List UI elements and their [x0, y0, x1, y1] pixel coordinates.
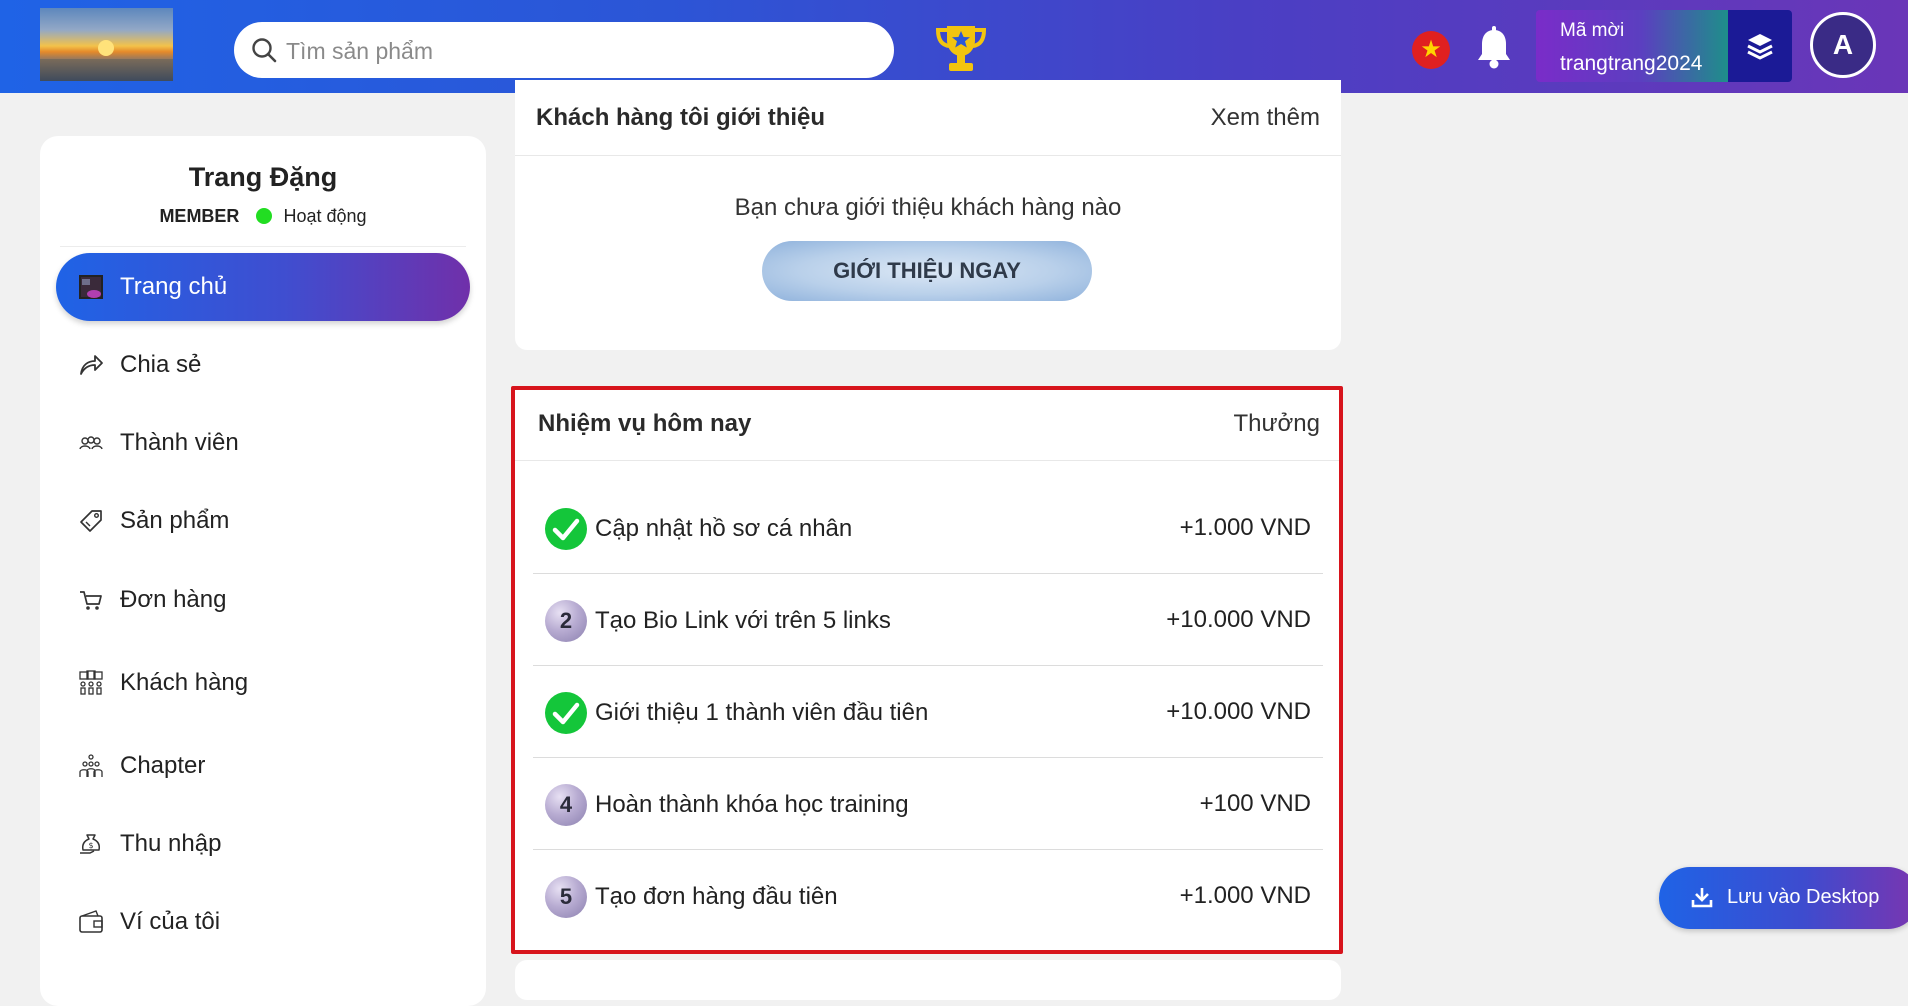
- refer-now-button[interactable]: GIỚI THIỆU NGAY: [762, 241, 1092, 301]
- empty-message: Bạn chưa giới thiệu khách hàng nào: [734, 194, 1122, 221]
- task-row[interactable]: 4 Hoàn thành khóa học training +100 VND: [533, 758, 1323, 850]
- sidebar-item-label: Thu nhập: [120, 830, 222, 857]
- layers-icon: [1747, 34, 1773, 60]
- tasks-title: Nhiệm vụ hôm nay: [538, 410, 752, 437]
- share-icon: [80, 355, 103, 375]
- sidebar-item-products[interactable]: Sản phẩm: [56, 487, 470, 555]
- task-label: Tạo đơn hàng đầu tiên: [595, 883, 838, 910]
- status-dot: [256, 208, 273, 224]
- sidebar-item-label: Trang chủ: [120, 273, 228, 300]
- next-card: [515, 960, 1341, 1000]
- task-number-badge: 2: [545, 600, 587, 642]
- task-reward: +1.000 VND: [1179, 882, 1311, 909]
- search-input[interactable]: [284, 22, 878, 80]
- sidebar-item-members[interactable]: Thành viên: [56, 409, 470, 477]
- invite-label: Mã mời: [1560, 20, 1625, 41]
- check-circle-icon: [545, 508, 587, 550]
- user-status-row: MEMBER Hoạt động: [40, 206, 486, 227]
- save-to-desktop-button[interactable]: Lưu vào Desktop: [1659, 867, 1908, 929]
- daily-tasks-card: Nhiệm vụ hôm nay Thưởng Cập nhật hồ sơ c…: [511, 386, 1343, 954]
- user-avatar[interactable]: A: [1810, 12, 1876, 78]
- task-row[interactable]: Giới thiệu 1 thành viên đầu tiên +10.000…: [533, 666, 1323, 758]
- sidebar-item-label: Chia sẻ: [120, 351, 202, 378]
- layers-button[interactable]: [1728, 10, 1792, 82]
- task-row[interactable]: 5 Tạo đơn hàng đầu tiên +1.000 VND: [533, 850, 1323, 942]
- trophy-icon[interactable]: [933, 22, 989, 74]
- sidebar-item-income[interactable]: $ Thu nhập: [56, 810, 470, 878]
- customers-icon: [79, 670, 103, 695]
- income-icon: $: [80, 834, 100, 854]
- task-reward: +100 VND: [1199, 790, 1311, 817]
- check-circle-icon: [545, 692, 587, 734]
- sidebar-item-orders[interactable]: Đơn hàng: [56, 566, 470, 634]
- task-number-badge: 4: [545, 784, 587, 826]
- search-icon: [252, 38, 277, 63]
- save-to-desktop-label: Lưu vào Desktop: [1727, 886, 1880, 908]
- task-row[interactable]: Cập nhật hồ sơ cá nhân +1.000 VND: [533, 482, 1323, 574]
- sidebar-item-label: Đơn hàng: [120, 586, 227, 613]
- sidebar-item-label: Khách hàng: [120, 669, 249, 696]
- divider: [515, 460, 1339, 461]
- task-reward: +10.000 VND: [1166, 606, 1311, 633]
- site-logo[interactable]: [40, 8, 173, 81]
- user-name: Trang Đặng: [188, 162, 338, 192]
- sidebar: Trang Đặng MEMBER Hoạt động Trang chủ Ch…: [40, 136, 486, 1006]
- task-reward: +10.000 VND: [1166, 698, 1311, 725]
- flag-icon[interactable]: ★: [1412, 31, 1450, 69]
- members-icon: [79, 436, 103, 450]
- sidebar-item-customers[interactable]: Khách hàng: [56, 649, 470, 717]
- logo-water: [40, 59, 173, 81]
- bell-icon[interactable]: [1474, 26, 1514, 70]
- tag-icon: [80, 510, 102, 532]
- sidebar-item-chapter[interactable]: Chapter: [56, 732, 470, 800]
- chapter-icon: [79, 754, 103, 777]
- task-reward: +1.000 VND: [1179, 514, 1311, 541]
- sidebar-item-label: Sản phẩm: [120, 507, 230, 534]
- sidebar-item-label: Chapter: [120, 752, 206, 779]
- referrals-card: Khách hàng tôi giới thiệu Xem thêm Bạn c…: [515, 80, 1341, 350]
- home-icon: [79, 275, 103, 299]
- sidebar-item-wallet[interactable]: Ví của tôi: [56, 888, 470, 956]
- sidebar-item-home[interactable]: Trang chủ: [56, 253, 470, 321]
- logo-sun: [98, 40, 114, 56]
- task-number-badge: 5: [545, 876, 587, 918]
- task-label: Cập nhật hồ sơ cá nhân: [595, 515, 853, 542]
- task-label: Giới thiệu 1 thành viên đầu tiên: [595, 699, 929, 726]
- cart-icon: [80, 591, 102, 610]
- status-text: Hoạt động: [283, 206, 367, 226]
- see-more-link[interactable]: Xem thêm: [1211, 104, 1320, 132]
- task-label: Hoàn thành khóa học training: [595, 791, 909, 818]
- reward-header: Thưởng: [1233, 410, 1320, 437]
- referrals-title: Khách hàng tôi giới thiệu: [536, 104, 826, 131]
- download-icon: [1691, 888, 1713, 908]
- divider: [60, 246, 466, 247]
- search-bar[interactable]: [234, 22, 894, 80]
- divider: [515, 155, 1341, 156]
- task-label: Tạo Bio Link với trên 5 links: [595, 607, 891, 634]
- sidebar-item-label: Ví của tôi: [120, 908, 221, 935]
- task-row[interactable]: 2 Tạo Bio Link với trên 5 links +10.000 …: [533, 574, 1323, 666]
- role-badge: MEMBER: [159, 206, 240, 226]
- svg-text:$: $: [89, 841, 94, 850]
- sidebar-item-share[interactable]: Chia sẻ: [56, 331, 470, 399]
- invite-code: trangtrang2024: [1560, 52, 1703, 75]
- invite-code-box[interactable]: Mã mời trangtrang2024: [1536, 10, 1728, 82]
- wallet-icon: [79, 910, 103, 933]
- sidebar-item-label: Thành viên: [120, 429, 239, 456]
